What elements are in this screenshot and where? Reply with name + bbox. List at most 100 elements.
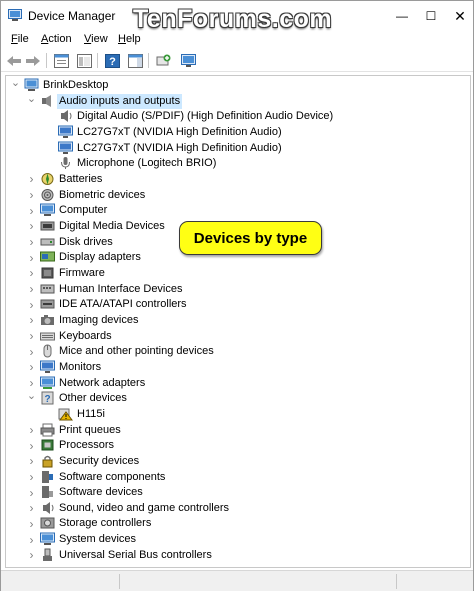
menu-action[interactable]: Action bbox=[41, 33, 72, 45]
show-hide-tree-icon bbox=[76, 53, 92, 68]
collapsed-chevron-icon[interactable]: › bbox=[27, 266, 36, 281]
collapsed-chevron-icon[interactable]: › bbox=[27, 297, 36, 312]
tree-item-label: Digital Audio (S/PDIF) (High Definition … bbox=[77, 110, 334, 123]
tree-category-item[interactable]: › Monitors bbox=[6, 360, 470, 375]
scan-hardware-button[interactable] bbox=[154, 52, 172, 69]
properties-icon bbox=[53, 53, 69, 68]
tree-category-item[interactable]: › Biometric devices bbox=[6, 188, 470, 203]
tree-item-label: IDE ATA/ATAPI controllers bbox=[59, 298, 187, 311]
action-pane-button[interactable] bbox=[126, 52, 144, 69]
tree-item-label: Human Interface Devices bbox=[59, 282, 183, 295]
collapsed-chevron-icon[interactable]: › bbox=[27, 282, 36, 297]
tree-category-item[interactable]: › Processors bbox=[6, 438, 470, 453]
menu-bar: File Action View Help bbox=[1, 31, 473, 50]
tree-item-label: System devices bbox=[59, 533, 137, 546]
menu-view[interactable]: View bbox=[84, 33, 108, 45]
collapsed-chevron-icon[interactable]: › bbox=[27, 188, 36, 203]
camera-icon bbox=[41, 314, 54, 325]
collapsed-chevron-icon[interactable]: › bbox=[27, 454, 36, 469]
collapsed-chevron-icon[interactable]: › bbox=[27, 250, 36, 265]
tree-category-item[interactable]: › System devices bbox=[6, 532, 470, 547]
monitor-icon bbox=[58, 141, 73, 154]
tree-root-item[interactable]: ⌄ BrinkDesktop bbox=[6, 76, 470, 93]
tree-category-item[interactable]: › Software components bbox=[6, 470, 470, 485]
device-tree[interactable]: ⌄ BrinkDesktop ⌄ Audio inputs and outputs Di… bbox=[5, 75, 471, 568]
devices-by-type-callout: Devices by type bbox=[179, 221, 322, 255]
tree-category-item[interactable]: › Firmware bbox=[6, 266, 470, 281]
collapsed-chevron-icon[interactable]: › bbox=[27, 548, 36, 563]
tree-category-item[interactable]: › Keyboards bbox=[6, 329, 470, 344]
printer-icon bbox=[40, 423, 55, 437]
close-button[interactable]: ✕ bbox=[445, 1, 474, 31]
monitor-toolbar-button[interactable] bbox=[179, 52, 197, 69]
tree-category-item[interactable]: › Imaging devices bbox=[6, 313, 470, 328]
tree-device-item[interactable]: Digital Audio (S/PDIF) (High Definition … bbox=[6, 109, 470, 124]
tree-item-label: Software components bbox=[59, 470, 166, 483]
tree-device-item[interactable]: LC27G7xT (NVIDIA High Definition Audio) bbox=[6, 125, 470, 140]
toolbar-separator bbox=[148, 53, 149, 68]
status-segment bbox=[120, 574, 396, 589]
collapsed-chevron-icon[interactable]: › bbox=[27, 219, 36, 234]
tree-item-label: Imaging devices bbox=[59, 313, 139, 326]
tree-category-item[interactable]: › Storage controllers bbox=[6, 516, 470, 531]
tree-category-item[interactable]: › Batteries bbox=[6, 172, 470, 187]
collapsed-chevron-icon[interactable]: › bbox=[27, 516, 36, 531]
tree-category-item[interactable]: › Computer bbox=[6, 203, 470, 218]
tree-device-item[interactable]: Microphone (Logitech BRIO) bbox=[6, 156, 470, 171]
tree-category-item[interactable]: › Mice and other pointing devices bbox=[6, 344, 470, 359]
tree-device-item[interactable]: LC27G7xT (NVIDIA High Definition Audio) bbox=[6, 141, 470, 156]
maximize-button[interactable]: ☐ bbox=[416, 1, 446, 31]
tree-item-label: LC27G7xT (NVIDIA High Definition Audio) bbox=[77, 125, 282, 138]
collapsed-chevron-icon[interactable]: › bbox=[27, 235, 36, 250]
tree-category-item[interactable]: › Sound, video and game controllers bbox=[6, 501, 470, 516]
collapsed-chevron-icon[interactable]: › bbox=[27, 172, 36, 187]
tree-category-item[interactable]: › Network adapters bbox=[6, 376, 470, 391]
keyboard-icon bbox=[40, 332, 55, 341]
collapsed-chevron-icon[interactable]: › bbox=[27, 203, 36, 218]
collapsed-chevron-icon[interactable]: › bbox=[27, 344, 36, 359]
collapsed-chevron-icon[interactable]: › bbox=[27, 485, 36, 500]
collapsed-chevron-icon[interactable]: › bbox=[27, 360, 36, 375]
collapsed-chevron-icon[interactable]: › bbox=[27, 438, 36, 453]
tree-category-item[interactable]: ⌄ Audio inputs and outputs bbox=[6, 91, 470, 109]
tree-category-item[interactable]: ⌄? Other devices bbox=[6, 388, 470, 406]
tree-category-item[interactable]: › Security devices bbox=[6, 454, 470, 469]
tree-item-label: Biometric devices bbox=[59, 188, 146, 201]
battery-icon bbox=[41, 172, 54, 185]
minimize-button[interactable]: — bbox=[387, 1, 417, 31]
help-button[interactable]: ? bbox=[103, 52, 121, 69]
expanded-chevron-icon[interactable]: ⌄ bbox=[27, 91, 36, 106]
show-hide-tree-button[interactable] bbox=[75, 52, 93, 69]
monitor-icon bbox=[58, 125, 73, 138]
tree-category-item[interactable]: › Software devices bbox=[6, 485, 470, 500]
media-device-icon bbox=[40, 221, 55, 231]
tree-category-item[interactable]: › Print queues bbox=[6, 423, 470, 438]
menu-file[interactable]: File bbox=[11, 33, 29, 45]
ide-controller-icon bbox=[40, 299, 55, 309]
tree-category-item[interactable]: › Universal Serial Bus controllers bbox=[6, 548, 470, 563]
menu-help[interactable]: Help bbox=[118, 33, 141, 45]
expanded-chevron-icon[interactable]: ⌄ bbox=[11, 76, 20, 90]
tree-item-label: BrinkDesktop bbox=[43, 79, 109, 91]
fingerprint-icon bbox=[41, 188, 54, 201]
tree-device-item[interactable]: H115i bbox=[6, 407, 470, 422]
title-bar[interactable]: Device Manager TenForums.com — ☐ ✕ bbox=[1, 1, 474, 33]
tree-category-item[interactable]: › IDE ATA/ATAPI controllers bbox=[6, 297, 470, 312]
properties-button[interactable] bbox=[52, 52, 70, 69]
audio-device-icon bbox=[61, 110, 72, 123]
collapsed-chevron-icon[interactable]: › bbox=[27, 470, 36, 485]
forward-button[interactable] bbox=[24, 52, 42, 69]
collapsed-chevron-icon[interactable]: › bbox=[27, 329, 36, 344]
collapsed-chevron-icon[interactable]: › bbox=[27, 423, 36, 438]
processor-icon bbox=[41, 439, 54, 451]
expanded-chevron-icon[interactable]: ⌄ bbox=[27, 388, 36, 403]
tree-item-label: Sound, video and game controllers bbox=[59, 501, 229, 514]
watermark: TenForums.com bbox=[133, 5, 333, 33]
back-button[interactable] bbox=[5, 52, 23, 69]
computer-icon bbox=[40, 203, 55, 217]
collapsed-chevron-icon[interactable]: › bbox=[27, 313, 36, 328]
tree-item-label: Processors bbox=[59, 439, 115, 452]
collapsed-chevron-icon[interactable]: › bbox=[27, 501, 36, 516]
tree-category-item[interactable]: › Human Interface Devices bbox=[6, 282, 470, 297]
collapsed-chevron-icon[interactable]: › bbox=[27, 532, 36, 547]
